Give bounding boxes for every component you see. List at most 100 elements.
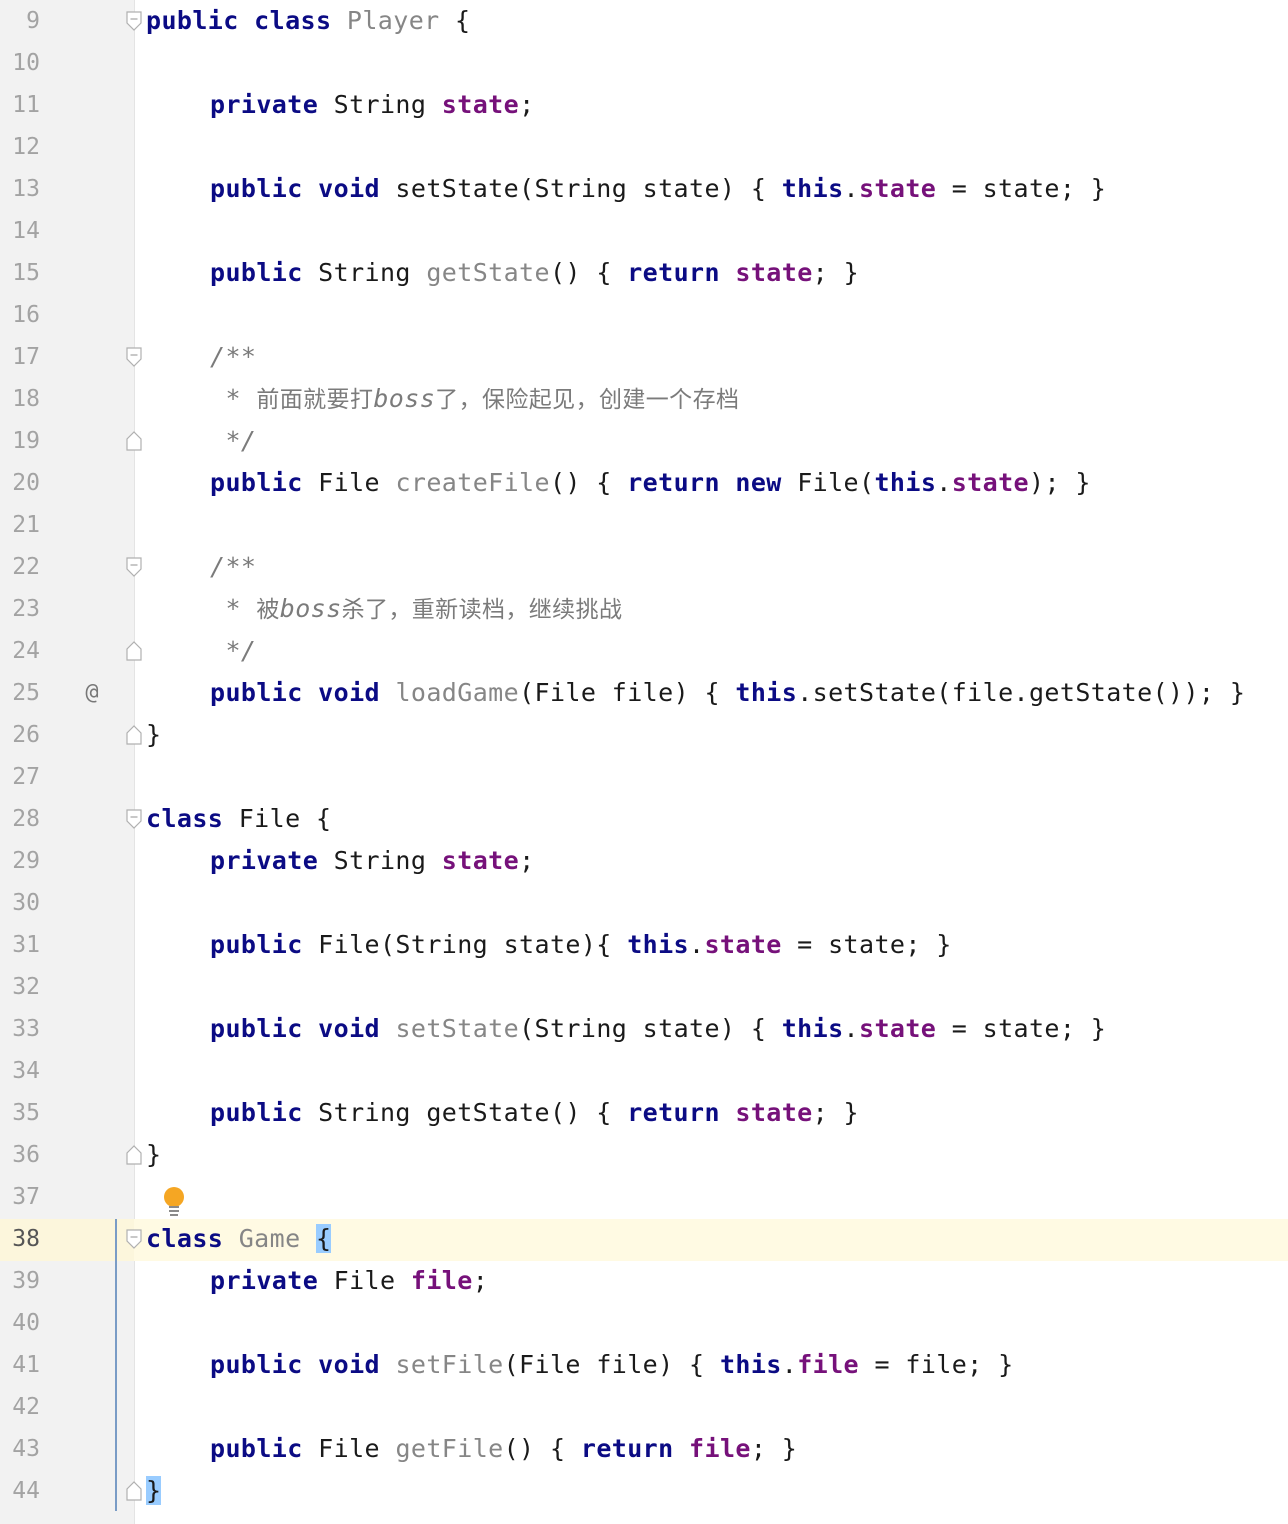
code-line[interactable]: 39 private File file; — [0, 1260, 1288, 1302]
code-line[interactable]: 34 — [0, 1050, 1288, 1092]
code-line[interactable]: 13 public void setState(String state) { t… — [0, 168, 1288, 210]
code-text[interactable]: } — [146, 1470, 162, 1512]
code-editor[interactable]: 9 public class Player { 10 11 private String… — [0, 0, 1288, 1524]
fold-end-icon[interactable] — [125, 725, 143, 745]
fold-end-icon[interactable] — [125, 431, 143, 451]
code-line[interactable]: 9 public class Player { — [0, 0, 1288, 42]
code-text[interactable]: */ — [210, 630, 256, 672]
line-number[interactable]: 23 — [0, 588, 40, 630]
code-line[interactable]: 28 class File { — [0, 798, 1288, 840]
code-line[interactable]: 12 — [0, 126, 1288, 168]
fold-collapse-icon[interactable] — [125, 11, 143, 31]
code-text[interactable]: public void setState(String state) { thi… — [210, 1008, 1106, 1050]
code-line[interactable]: 11 private String state; — [0, 84, 1288, 126]
code-line[interactable]: 14 — [0, 210, 1288, 252]
line-number[interactable]: 44 — [0, 1470, 40, 1512]
code-line[interactable]: 16 — [0, 294, 1288, 336]
line-number[interactable]: 13 — [0, 168, 40, 210]
code-line[interactable]: 23 * 被boss杀了，重新读档，继续挑战 — [0, 588, 1288, 630]
line-number[interactable]: 39 — [0, 1260, 40, 1302]
code-text[interactable]: /** — [210, 336, 256, 378]
fold-collapse-icon[interactable] — [125, 1229, 143, 1249]
line-number[interactable]: 15 — [0, 252, 40, 294]
code-text[interactable]: private String state; — [210, 840, 535, 882]
code-text[interactable]: public File getFile() { return file; } — [210, 1428, 797, 1470]
line-number[interactable]: 31 — [0, 924, 40, 966]
line-number[interactable]: 26 — [0, 714, 40, 756]
line-number[interactable]: 21 — [0, 504, 40, 546]
code-text[interactable]: public void setFile(File file) { this.fi… — [210, 1344, 1014, 1386]
line-number[interactable]: 10 — [0, 42, 40, 84]
code-line[interactable]: 15 public String getState() { return stat… — [0, 252, 1288, 294]
line-number[interactable]: 9 — [0, 0, 40, 42]
lightbulb-icon[interactable] — [162, 1186, 186, 1218]
line-number[interactable]: 12 — [0, 126, 40, 168]
fold-collapse-icon[interactable] — [125, 809, 143, 829]
line-number[interactable]: 34 — [0, 1050, 40, 1092]
code-line[interactable]: 18 * 前面就要打boss了，保险起见，创建一个存档 — [0, 378, 1288, 420]
code-text[interactable]: */ — [210, 420, 256, 462]
code-text[interactable]: } — [146, 714, 161, 756]
code-text[interactable]: private File file; — [210, 1260, 488, 1302]
code-line[interactable]: 36} — [0, 1134, 1288, 1176]
line-number[interactable]: 42 — [0, 1386, 40, 1428]
code-line[interactable]: 26} — [0, 714, 1288, 756]
code-line[interactable]: 29 private String state; — [0, 840, 1288, 882]
code-text[interactable]: public void loadGame(File file) { this.s… — [210, 672, 1245, 714]
fold-collapse-icon[interactable] — [125, 347, 143, 367]
code-text[interactable]: public File createFile() { return new Fi… — [210, 462, 1091, 504]
code-text[interactable]: class Game { — [146, 1218, 332, 1260]
code-line[interactable]: 32 — [0, 966, 1288, 1008]
code-line[interactable]: 21 — [0, 504, 1288, 546]
line-number[interactable]: 32 — [0, 966, 40, 1008]
code-text[interactable]: public String getState() { return state;… — [210, 252, 859, 294]
line-number[interactable]: 43 — [0, 1428, 40, 1470]
code-line[interactable]: 35 public String getState() { return stat… — [0, 1092, 1288, 1134]
code-line[interactable]: 22 /** — [0, 546, 1288, 588]
line-number[interactable]: 35 — [0, 1092, 40, 1134]
code-line[interactable]: 20 public File createFile() { return new … — [0, 462, 1288, 504]
code-line[interactable]: 10 — [0, 42, 1288, 84]
override-annotation-icon[interactable]: @ — [80, 672, 104, 714]
code-line[interactable]: 40 — [0, 1302, 1288, 1344]
line-number[interactable]: 14 — [0, 210, 40, 252]
code-text[interactable]: private String state; — [210, 84, 535, 126]
line-number[interactable]: 37 — [0, 1176, 40, 1218]
code-text[interactable]: public class Player { — [146, 0, 471, 42]
code-text[interactable]: public File(String state){ this.state = … — [210, 924, 952, 966]
code-line[interactable]: 19 */ — [0, 420, 1288, 462]
line-number[interactable]: 18 — [0, 378, 40, 420]
code-text[interactable]: * 被boss杀了，重新读档，继续挑战 — [210, 588, 622, 630]
code-line[interactable]: 27 — [0, 756, 1288, 798]
line-number[interactable]: 36 — [0, 1134, 40, 1176]
line-number[interactable]: 40 — [0, 1302, 40, 1344]
fold-end-icon[interactable] — [125, 1145, 143, 1165]
code-line[interactable]: 44} — [0, 1470, 1288, 1512]
code-line[interactable]: 43 public File getFile() { return file; } — [0, 1428, 1288, 1470]
line-number[interactable]: 24 — [0, 630, 40, 672]
line-number[interactable]: 22 — [0, 546, 40, 588]
code-text[interactable]: public String getState() { return state;… — [210, 1092, 859, 1134]
code-text[interactable]: public void setState(String state) { thi… — [210, 168, 1106, 210]
fold-end-icon[interactable] — [125, 641, 143, 661]
line-number[interactable]: 16 — [0, 294, 40, 336]
line-number[interactable]: 38 — [0, 1218, 40, 1260]
fold-end-icon[interactable] — [125, 1481, 143, 1501]
code-line[interactable]: 31 public File(String state){ this.state … — [0, 924, 1288, 966]
line-number[interactable]: 29 — [0, 840, 40, 882]
code-line[interactable]: 38 class Game { — [0, 1218, 1288, 1260]
code-line[interactable]: 30 — [0, 882, 1288, 924]
code-line[interactable]: 41 public void setFile(File file) { this.… — [0, 1344, 1288, 1386]
code-line[interactable]: 33 public void setState(String state) { t… — [0, 1008, 1288, 1050]
line-number[interactable]: 25 — [0, 672, 40, 714]
line-number[interactable]: 17 — [0, 336, 40, 378]
code-line[interactable]: 42 — [0, 1386, 1288, 1428]
line-number[interactable]: 41 — [0, 1344, 40, 1386]
line-number[interactable]: 20 — [0, 462, 40, 504]
fold-collapse-icon[interactable] — [125, 557, 143, 577]
code-line[interactable]: 37 — [0, 1176, 1288, 1218]
code-text[interactable]: /** — [210, 546, 256, 588]
code-text[interactable]: * 前面就要打boss了，保险起见，创建一个存档 — [210, 378, 739, 420]
line-number[interactable]: 30 — [0, 882, 40, 924]
code-line[interactable]: 25 @ public void loadGame(File file) { thi… — [0, 672, 1288, 714]
